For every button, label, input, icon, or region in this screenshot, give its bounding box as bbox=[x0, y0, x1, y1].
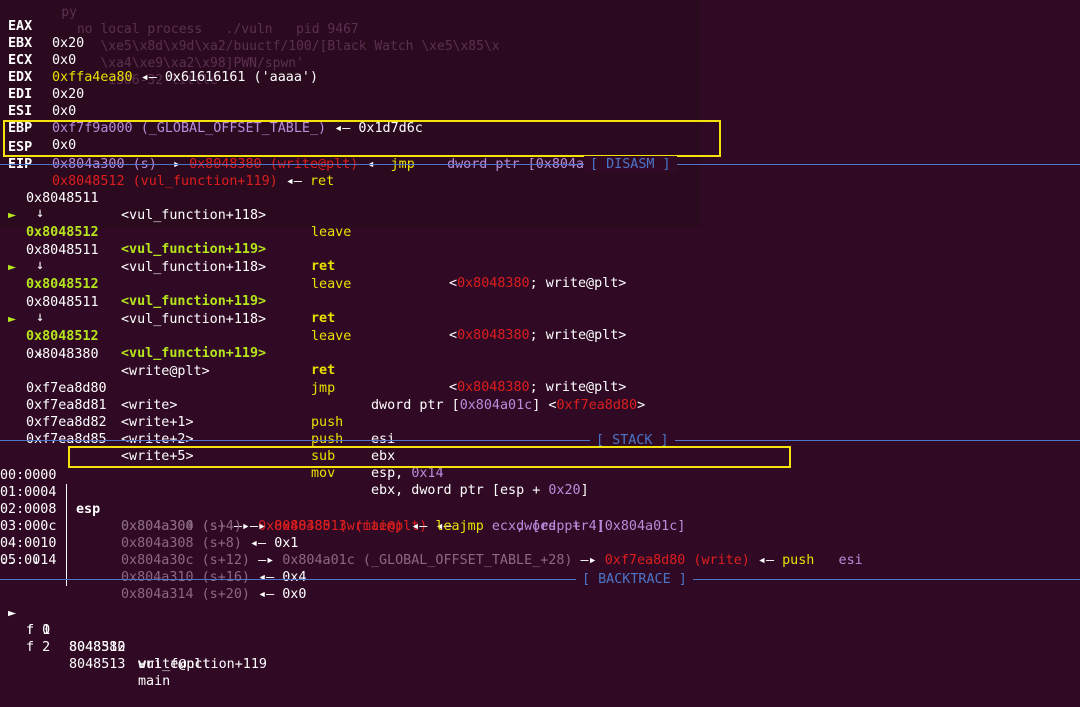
disasm-line: 0xf7ea8d85 <write+5> mov ebx, dword ptr … bbox=[26, 432, 589, 498]
current-marker-icon: ► bbox=[8, 208, 17, 223]
reg-addr: 0xffa4ea80 bbox=[52, 70, 133, 85]
reg-eax: EAX 0x20 bbox=[0, 1, 84, 51]
backtrace-title: [ BACKTRACE ] bbox=[576, 571, 693, 588]
stack-row: 00:0000 esp 0x804a300 (s) —▸ 0x8048380 (… bbox=[0, 468, 686, 534]
reg-value: 0x20 bbox=[52, 36, 85, 51]
flow-down-arrow-icon: ↓ bbox=[36, 345, 45, 360]
disasm-line: 0xf7ea8d81 <write+1> push ebx bbox=[26, 398, 396, 464]
ghost-text-2: \xe5\x8d\x9d\xa2/buuctf/100/[Black Watch… bbox=[30, 39, 500, 54]
reg-edx: EDX 0x20 bbox=[0, 52, 84, 102]
disasm-line: 0xf7ea8d80 <write> push esi bbox=[26, 381, 396, 447]
backtrace-frame[interactable]: ► f 0 8048512 vul_function+119 bbox=[0, 588, 267, 672]
flow-down-arrow-icon: ↓ bbox=[36, 258, 45, 273]
disasm-line: 0xf7ea8d82 <write+2> sub esp, 0x14 bbox=[26, 415, 444, 481]
disasm-line-current: ► 0x8048512 <vul_function+119> ret <0x80… bbox=[8, 208, 627, 291]
reg-edi: EDI 0x0 bbox=[0, 69, 76, 119]
current-marker-icon: ► bbox=[8, 260, 17, 275]
stack-row: 02:0008 0x804a308 (s+8) ◂— 0x1 bbox=[0, 502, 299, 551]
reg-ebp: EBP 0x0 bbox=[0, 103, 76, 153]
disasm-line: 0x8048511 <vul_function+118> leave bbox=[26, 191, 352, 240]
reg-value: 0x0 bbox=[52, 104, 77, 119]
disasm-line-current: ► 0x8048512 <vul_function+119> ret <0x80… bbox=[8, 260, 627, 343]
disasm-separator bbox=[0, 164, 1080, 165]
stack-row: 03:000c 0x804a30c (s+12) —▸ 0x804a01c (_… bbox=[0, 519, 863, 568]
stack-row: 01:0004 0x804a304 (s+4) —▸ 0x8048513 (ma… bbox=[0, 485, 605, 534]
deref-arrow: ◂— bbox=[285, 174, 302, 189]
highlight-box-stack bbox=[68, 446, 791, 468]
disasm-line: 0x8048380 <write@plt> jmp dword ptr [0x8… bbox=[26, 347, 646, 413]
reg-sym: (vul_function+119) bbox=[132, 174, 278, 189]
reg-value: 0x20 bbox=[52, 87, 85, 102]
backtrace-separator bbox=[0, 579, 1080, 580]
reg-value: 0x0 bbox=[52, 53, 77, 68]
disasm-line: 0x8048511 <vul_function+118> leave bbox=[26, 295, 352, 344]
reg-ebx: EBX 0x0 bbox=[0, 18, 76, 68]
flow-down-arrow-icon: ↓ bbox=[36, 206, 45, 221]
stack-more: ... ↓ bbox=[0, 553, 41, 568]
reg-addr: 0x8048512 bbox=[52, 174, 125, 189]
backtrace-frame[interactable]: f 1 8048380 write@plt bbox=[0, 605, 211, 672]
flow-down-arrow-icon: ↓ bbox=[36, 310, 45, 325]
reg-deref: 0x61616161 ('aaaa') bbox=[164, 70, 319, 85]
reg-ecx: ECX 0xffa4ea80 ◂— 0x61616161 ('aaaa') bbox=[0, 35, 318, 85]
deref-arrow: ◂— bbox=[140, 70, 157, 85]
reg-esi: ESI 0xf7f9a000 (_GLOBAL_OFFSET_TABLE_) ◂… bbox=[0, 86, 423, 136]
stack-row: 05:0014 0x804a314 (s+20) ◂— 0x0 bbox=[0, 553, 307, 602]
disasm-line: 0x8048511 <vul_function+118> leave bbox=[26, 243, 352, 292]
stack-separator bbox=[0, 440, 1080, 441]
disasm-line-current: ► 0x8048512 <vul_function+119> ret <0x80… bbox=[8, 312, 627, 395]
current-marker-icon: ► bbox=[8, 312, 17, 327]
stack-row: 04:0010 0x804a310 (s+16) ◂— 0x4 bbox=[0, 536, 307, 585]
disasm-title: [ DISASM ] bbox=[584, 156, 677, 173]
backtrace-frame[interactable]: f 2 8048513 main bbox=[0, 622, 170, 689]
reg-ins: ret bbox=[310, 174, 335, 189]
ghost-text-0: py bbox=[30, 5, 77, 20]
highlight-box-registers bbox=[3, 120, 721, 157]
